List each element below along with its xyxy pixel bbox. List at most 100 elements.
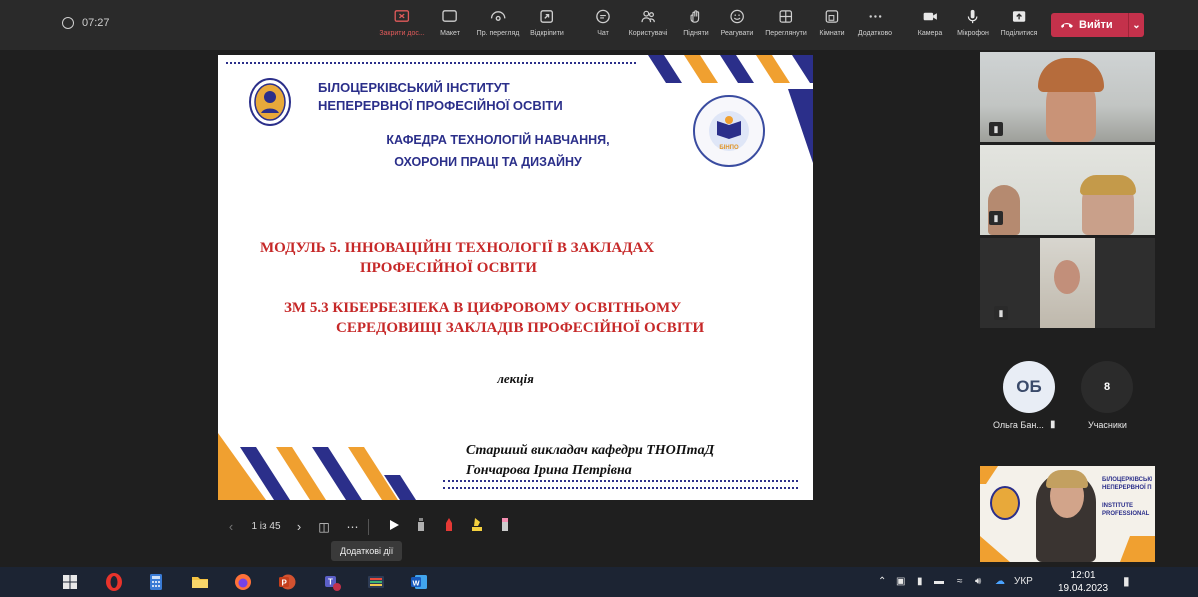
stop-share-icon xyxy=(394,10,410,22)
more-actions-button[interactable]: ⋯ xyxy=(338,520,368,534)
system-clock[interactable]: 12:01 19.04.2023 xyxy=(1058,569,1108,595)
notifications-icon[interactable]: ▮ xyxy=(1123,574,1130,588)
institute-logo xyxy=(249,78,291,126)
cloud-icon[interactable]: ☁ xyxy=(995,576,1005,587)
presenter-text-2: НЕПЕРЕРВНОЇ ПРОФЕСІЙНОЇ ОСВІТИ xyxy=(1102,485,1152,491)
react-button[interactable]: Реагувати xyxy=(720,8,754,37)
topic-title-line1: ЗМ 5.3 КІБЕРБЕЗПЕКА В ЦИФРОВОМУ ОСВІТНЬО… xyxy=(284,300,682,316)
participant-video-1[interactable]: ▮ xyxy=(980,52,1155,142)
powerpoint-icon[interactable]: P xyxy=(277,572,297,592)
layout-button[interactable]: Макет xyxy=(440,8,460,37)
pointer-tool-button[interactable] xyxy=(381,519,407,534)
slide-layout-icon[interactable]: ◫ xyxy=(310,520,338,534)
department-line2: ОХОРОНИ ПРАЦІ ТА ДИЗАЙНУ xyxy=(394,155,582,169)
module-title-line1: МОДУЛЬ 5. ІННОВАЦІЙНІ ТЕХНОЛОГІЇ В ЗАКЛА… xyxy=(260,240,655,256)
leave-main-button[interactable]: Вийти xyxy=(1051,19,1128,31)
highlighter-button[interactable] xyxy=(463,517,491,536)
page-indicator: 1 із 45 xyxy=(251,521,281,532)
firefox-icon[interactable] xyxy=(233,572,253,592)
layout-label: Макет xyxy=(440,30,460,37)
participants-overflow-count[interactable]: 8 xyxy=(1081,361,1133,413)
view-button[interactable]: Переглянути xyxy=(765,8,807,37)
share-button[interactable]: Поділитися xyxy=(1000,8,1038,37)
previous-slide-button[interactable]: ‹ xyxy=(218,519,244,534)
department-line1: КАФЕДРА ТЕХНОЛОГІЙ НАВЧАННЯ, xyxy=(386,133,610,147)
unpin-button[interactable]: Відкріпити xyxy=(530,8,564,37)
pen-red-button[interactable] xyxy=(435,517,463,536)
hang-up-icon xyxy=(1061,23,1073,28)
react-label: Реагувати xyxy=(720,30,754,37)
share-label: Поділитися xyxy=(1000,30,1038,37)
slide-controls: ‹ 1 із 45 › ◫ ⋯ xyxy=(218,517,519,536)
lecture-label: лекція xyxy=(497,371,534,386)
participant-1-hair xyxy=(1038,58,1104,92)
people-label: Користувачі xyxy=(628,30,668,37)
file-explorer-icon[interactable] xyxy=(190,572,210,592)
chevron-down-icon[interactable]: ⌄ xyxy=(1129,20,1144,31)
rooms-button[interactable]: Кімнати xyxy=(819,8,845,37)
windows-start-icon[interactable] xyxy=(60,572,80,592)
react-icon xyxy=(730,9,744,24)
leave-button[interactable]: Вийти ⌄ xyxy=(1051,13,1144,37)
svg-text:T: T xyxy=(328,578,333,587)
people-button[interactable]: Користувачі xyxy=(628,8,668,37)
preview-label: Пр. перегляд xyxy=(476,30,520,37)
chat-label: Чат xyxy=(597,30,609,37)
calculator-icon[interactable] xyxy=(146,572,166,592)
pen-tool-button[interactable] xyxy=(407,517,435,536)
microphone-off-icon: ▮ xyxy=(989,122,1003,136)
stop-sharing-label: Закрити дос... xyxy=(379,30,425,37)
chat-icon xyxy=(596,9,610,24)
elapsed-time: 07:27 xyxy=(82,17,110,29)
battery-icon[interactable]: ▬ xyxy=(934,576,944,587)
topic-title-line2: СЕРЕДОВИЩІ ЗАКЛАДІВ ПРОФЕСІЙНОЇ ОСВІТИ xyxy=(336,320,705,336)
wifi-icon[interactable]: ≈ xyxy=(957,576,963,587)
participant-video-2[interactable]: ▮ xyxy=(980,145,1155,235)
pointer-icon xyxy=(390,520,399,530)
department-name: КАФЕДРА ТЕХНОЛОГІЙ НАВЧАННЯ, ОХОРОНИ ПРА… xyxy=(218,129,708,173)
people-icon xyxy=(641,10,655,23)
more-options-button[interactable]: Додатково xyxy=(858,8,892,37)
highlighter-icon xyxy=(472,518,482,531)
camera-button[interactable]: Камера xyxy=(918,8,942,37)
participant-avatar[interactable]: ОБ xyxy=(1003,361,1055,413)
stop-sharing-button[interactable]: Закрити дос... xyxy=(379,8,425,37)
eraser-button[interactable] xyxy=(491,517,519,536)
presenter-logo xyxy=(990,486,1020,520)
preview-button[interactable]: Пр. перегляд xyxy=(476,8,520,37)
next-slide-button[interactable]: › xyxy=(288,519,310,534)
institute-name: БІЛОЦЕРКІВСЬКИЙ ІНСТИТУТ НЕПЕРЕРВНОЇ ПРО… xyxy=(318,79,563,115)
dotted-border-top xyxy=(226,62,636,66)
author-block: Старший викладач кафедри ТНОПтаД Гончаро… xyxy=(466,441,714,481)
participant-avatar-name: Ольга Бан... xyxy=(993,420,1044,430)
chat-button[interactable]: Чат xyxy=(595,8,612,37)
microphone-tray-icon[interactable]: ▮ xyxy=(917,576,923,587)
author-position: Старший викладач кафедри ТНОПтаД xyxy=(466,443,715,458)
clock-time: 12:01 xyxy=(1070,570,1096,581)
raise-hand-button[interactable]: Підняти xyxy=(683,8,709,37)
dotted-border-bottom-2 xyxy=(443,487,798,491)
language-indicator[interactable]: УКР xyxy=(1014,576,1033,587)
participants-overflow-label: Учасники xyxy=(1088,420,1127,430)
presenter-slide-text: БІЛОЦЕРКІВСЬКИЙ ІНСТИТУТ НЕПЕРЕРВНОЇ ПРО… xyxy=(1102,476,1152,518)
svg-text:P: P xyxy=(282,579,288,588)
microphone-button[interactable]: Мікрофон xyxy=(957,8,989,37)
binpo-emblem: БІНПО xyxy=(693,95,765,167)
rooms-label: Кімнати xyxy=(819,30,845,37)
eraser-icon xyxy=(502,518,508,531)
unpin-label: Відкріпити xyxy=(530,30,564,37)
teams-icon[interactable]: T xyxy=(322,572,342,592)
chevron-up-icon[interactable]: ⌃ xyxy=(878,576,886,587)
media-app-icon[interactable] xyxy=(366,572,386,592)
meeting-toolbar: 07:27 Закрити дос... Макет Пр. перегляд … xyxy=(0,0,1198,50)
presenter-video[interactable]: БІЛОЦЕРКІВСЬКИЙ ІНСТИТУТ НЕПЕРЕРВНОЇ ПРО… xyxy=(980,466,1155,562)
volume-icon[interactable]: 🔊︎ xyxy=(975,576,981,587)
meeting-timer: 07:27 xyxy=(62,17,110,29)
opera-icon[interactable] xyxy=(104,572,124,592)
word-icon[interactable]: W xyxy=(409,572,429,592)
shield-icon xyxy=(62,17,74,29)
more-label: Додатково xyxy=(857,30,893,37)
participant-video-3[interactable]: ▮ xyxy=(980,238,1155,328)
preview-icon xyxy=(490,11,506,21)
teams-tray-icon[interactable]: ▣ xyxy=(896,576,905,587)
